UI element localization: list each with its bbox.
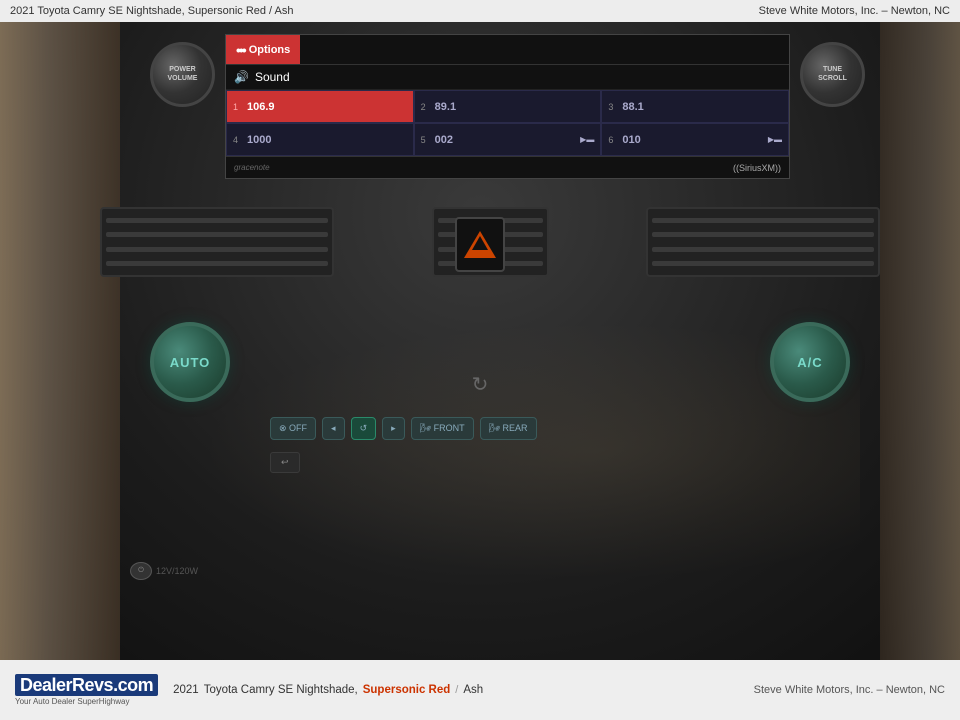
radio-preset-5[interactable]: 5 002 ▶▬ <box>414 123 602 156</box>
fan-mode-button[interactable]: ↺ <box>351 417 377 440</box>
preset-freq-6: 010 <box>622 134 640 146</box>
dealer-tagline: Your Auto Dealer SuperHighway <box>15 697 129 706</box>
preset-num-1: 1 <box>233 102 243 112</box>
dealer-revs-name: DealerRevs.com <box>20 675 153 695</box>
vent-slat <box>652 232 874 237</box>
dealer-info-top: Steve White Motors, Inc. – Newton, NC <box>759 5 950 17</box>
fan-speed-row: ↩ <box>270 452 780 473</box>
outlet-area: ⏻ 12V/120W <box>130 562 198 580</box>
bottom-bar: DealerRevs.com Your Auto Dealer SuperHig… <box>0 660 960 720</box>
climate-button-row: ⊗ OFF ◂ ↺ ▸ 🌬 FRONT 🌬 REAR <box>270 417 760 440</box>
interior-right-panel <box>880 22 960 660</box>
hazard-button[interactable] <box>455 217 505 272</box>
sound-row[interactable]: 🔊 Sound <box>226 65 789 90</box>
left-vent <box>100 207 334 277</box>
preset-freq-4: 1000 <box>247 134 271 146</box>
outlet-icon: ⏻ <box>130 562 152 580</box>
dealer-revs-logo-text: DealerRevs.com <box>15 674 158 696</box>
outlet-label: 12V/120W <box>156 566 198 576</box>
vent-slat <box>652 247 874 252</box>
bottom-car-info: 2021 Toyota Camry SE Nightshade, Superso… <box>173 684 754 696</box>
hazard-triangle-icon <box>464 231 496 258</box>
recirculate-button[interactable]: ↩ <box>270 452 300 473</box>
interior-color: Ash <box>463 684 483 696</box>
infotainment-screen[interactable]: ••• Options 🔊 Sound 1 106.9 2 89.1 3 88.… <box>225 34 790 179</box>
exterior-color: Supersonic Red <box>363 684 451 696</box>
interior-left-panel <box>0 22 120 660</box>
preset-freq-1: 106.9 <box>247 101 275 113</box>
tune-scroll-knob[interactable]: TUNE SCROLL <box>800 42 865 107</box>
car-title-top: 2021 Toyota Camry SE Nightshade, Superso… <box>10 5 294 17</box>
fan-direction-right-icon: ▸ <box>382 417 405 440</box>
dealer-logo: DealerRevs.com Your Auto Dealer SuperHig… <box>15 674 158 706</box>
radio-preset-3[interactable]: 3 88.1 <box>601 90 789 123</box>
right-vent <box>646 207 880 277</box>
knob-right-label-2: SCROLL <box>818 75 847 83</box>
knob-left-label-2: VOLUME <box>168 75 198 83</box>
recirculate-icon: ↻ <box>472 374 489 396</box>
preset-num-2: 2 <box>421 102 431 112</box>
vent-slat <box>652 261 874 266</box>
screen-header: ••• Options <box>226 35 789 65</box>
color-separator: / <box>455 684 458 696</box>
car-make-model: Toyota Camry SE Nightshade, <box>204 684 358 696</box>
vent-slat <box>106 247 328 252</box>
auto-climate-knob[interactable]: AUTO <box>150 322 230 402</box>
fan-off-button[interactable]: ⊗ OFF <box>270 417 316 440</box>
rear-defrost-button[interactable]: 🌬 REAR <box>480 417 537 440</box>
preset-num-3: 3 <box>608 102 618 112</box>
vent-slat <box>106 218 328 223</box>
gracenote-logo: gracenote <box>234 163 270 172</box>
options-dots-icon: ••• <box>236 42 245 58</box>
screen-footer: gracenote ((SiriusXM)) <box>226 156 789 178</box>
ac-knob[interactable]: A/C <box>770 322 850 402</box>
fan-direction-left-icon: ◂ <box>322 417 345 440</box>
ac-knob-label: A/C <box>797 355 822 370</box>
preset-icons-6: ▶▬ <box>768 135 782 144</box>
fan-mode-icon: ↻ <box>472 372 489 397</box>
right-vent-slats <box>648 209 878 275</box>
knob-left-label-1: POWER <box>169 66 195 74</box>
siriusxm-logo: ((SiriusXM)) <box>733 163 781 173</box>
knob-right-label-1: TUNE <box>823 66 842 74</box>
preset-num-6: 6 <box>608 135 618 145</box>
preset-num-4: 4 <box>233 135 243 145</box>
radio-preset-6[interactable]: 6 010 ▶▬ <box>601 123 789 156</box>
sound-icon: 🔊 <box>234 70 249 84</box>
radio-preset-1[interactable]: 1 106.9 <box>226 90 414 123</box>
radio-preset-4[interactable]: 4 1000 <box>226 123 414 156</box>
sound-label: Sound <box>255 70 290 84</box>
bottom-dealer-info: Steve White Motors, Inc. – Newton, NC <box>754 684 945 696</box>
options-button[interactable]: ••• Options <box>226 35 300 64</box>
vent-slat <box>106 261 328 266</box>
vent-slat <box>106 232 328 237</box>
car-year: 2021 <box>173 684 199 696</box>
left-vent-slats <box>102 209 332 275</box>
power-volume-knob[interactable]: POWER VOLUME <box>150 42 215 107</box>
preset-freq-3: 88.1 <box>622 101 643 113</box>
radio-preset-2[interactable]: 2 89.1 <box>414 90 602 123</box>
radio-presets-grid: 1 106.9 2 89.1 3 88.1 4 1000 5 002 ▶▬ 6 <box>226 90 789 156</box>
reflection-overlay <box>200 322 860 580</box>
top-bar: 2021 Toyota Camry SE Nightshade, Superso… <box>0 0 960 22</box>
preset-freq-2: 89.1 <box>435 101 456 113</box>
front-defrost-button[interactable]: 🌬 FRONT <box>411 417 474 440</box>
options-label: Options <box>249 44 291 56</box>
preset-num-5: 5 <box>421 135 431 145</box>
vent-slat <box>652 218 874 223</box>
preset-icons-5: ▶▬ <box>580 135 594 144</box>
preset-freq-5: 002 <box>435 134 453 146</box>
interior-background: POWER VOLUME TUNE SCROLL ••• Options 🔊 S… <box>0 22 960 660</box>
auto-knob-label: AUTO <box>170 355 211 370</box>
